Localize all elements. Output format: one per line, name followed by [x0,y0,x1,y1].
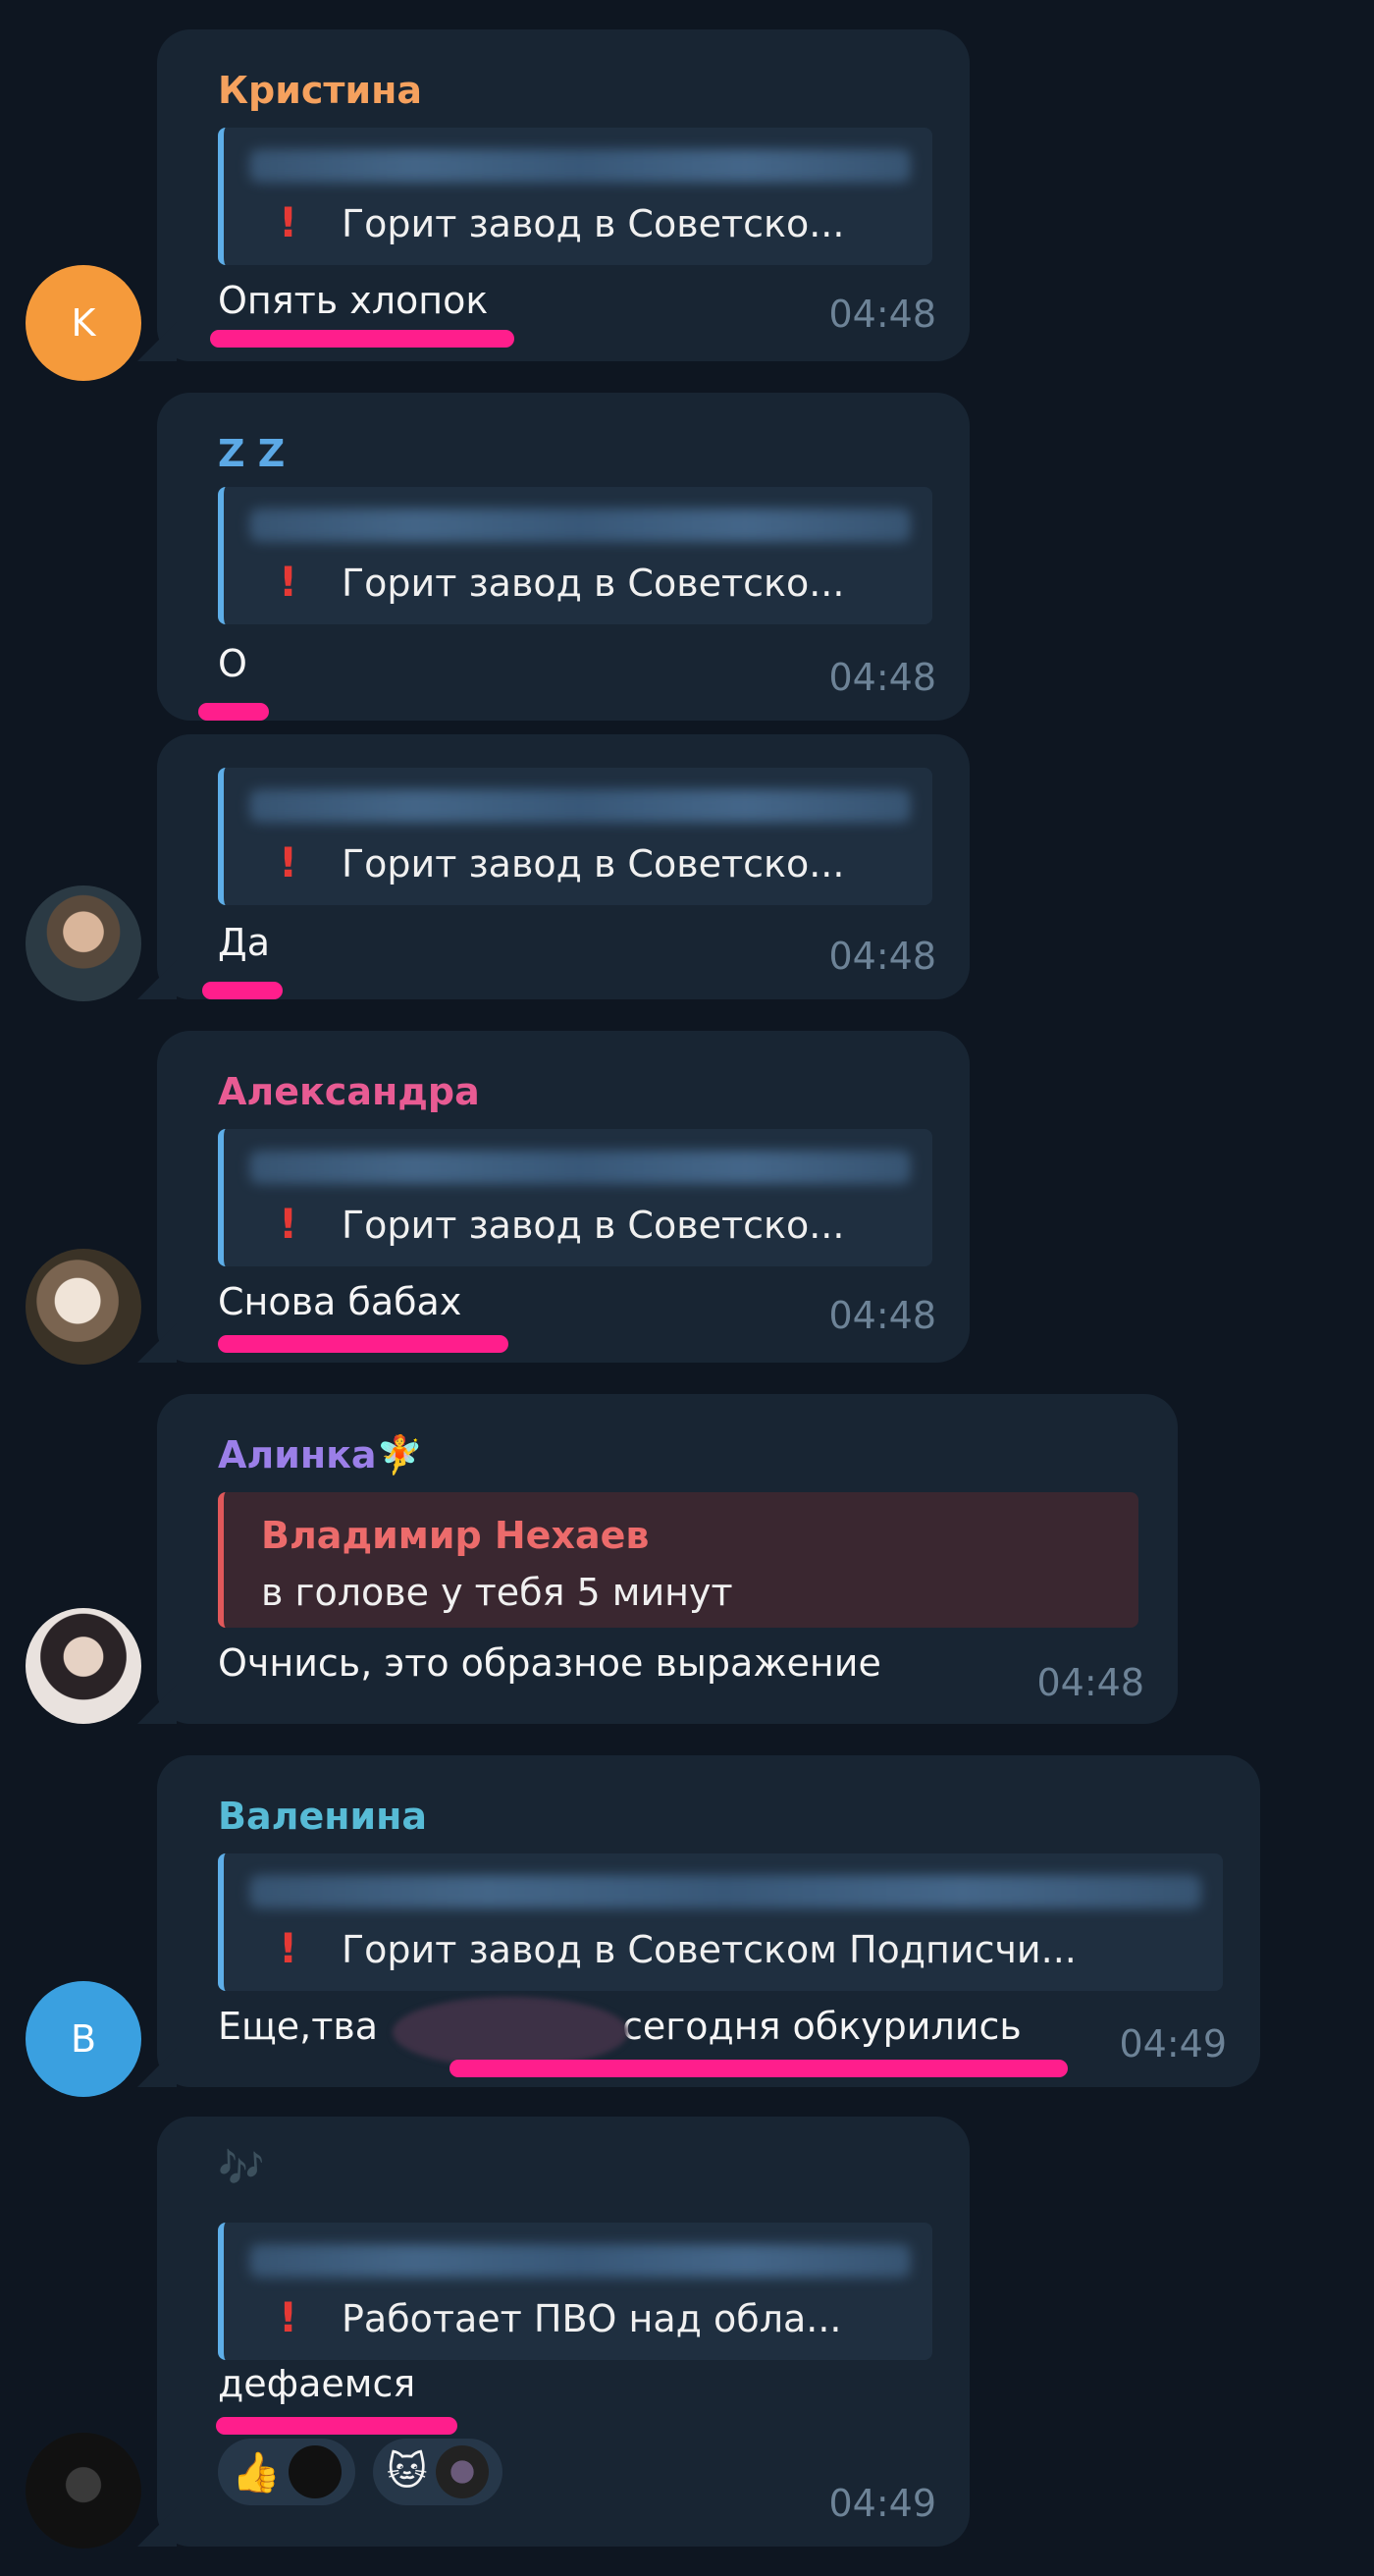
message-time: 04:49 [1119,2022,1227,2066]
sender-name[interactable]: Кристина [218,69,422,112]
reply-text: Работает ПВО над обла... [342,2297,842,2340]
reply-preview[interactable]: ! Горит завод в Советском Подписчи... [218,1853,1223,1991]
blurred-text [249,1875,1201,1908]
message-bubble[interactable]: Валенина ! Горит завод в Советском Подпи… [157,1755,1260,2087]
message-text: Опять хлопок [218,279,489,322]
blurred-text [249,509,911,542]
music-notes-icon: 🎶 [218,2146,265,2189]
quoted-author: Владимир Нехаев [261,1514,650,1557]
message-bubble[interactable]: Кристина ! Горит завод в Советско... Опя… [157,29,970,361]
message-text: Да [218,921,270,964]
message-time: 04:48 [828,656,936,699]
highlight-underline [216,2417,457,2435]
reply-text: Горит завод в Советском Подписчи... [342,1928,1077,1971]
highlight-underline [198,703,269,721]
sender-name[interactable]: Алинка🧚 [218,1433,423,1477]
blurred-text [249,789,911,823]
reply-text: Горит завод в Советско... [342,1204,845,1247]
highlight-underline [202,982,283,999]
thumbs-up-icon: 👍 [232,2449,281,2496]
avatar[interactable]: K [26,265,141,381]
reply-preview[interactable]: ! Горит завод в Советско... [218,768,932,905]
quoted-message[interactable]: Владимир Нехаев в голове у тебя 5 минут [218,1492,1138,1628]
reaction-thumbs-up[interactable]: 👍 [218,2439,355,2505]
blurred-text [249,1151,911,1184]
highlight-underline [449,2060,1068,2077]
message-bubble[interactable]: Алинка🧚 Владимир Нехаев в голове у тебя … [157,1394,1178,1724]
redaction-blob [393,1997,628,2067]
avatar[interactable] [26,886,141,1001]
quoted-text: в голове у тебя 5 минут [261,1571,733,1614]
exclamation-icon: ! [279,1924,298,1972]
highlight-underline [210,330,514,348]
exclamation-icon: ! [279,558,298,606]
fairy-emoji-icon: 🧚 [376,1433,423,1476]
avatar[interactable]: B [26,1981,141,2097]
message-text: Еще,тва [218,2005,379,2048]
exclamation-icon: ! [279,838,298,886]
avatar[interactable] [26,2433,141,2549]
exclamation-icon: ! [279,198,298,246]
reply-text: Горит завод в Советско... [342,562,845,605]
avatar[interactable] [26,1249,141,1365]
reactor-avatar [435,2445,489,2498]
message-text: О [218,642,247,685]
message-time: 04:49 [828,2482,936,2525]
reply-preview[interactable]: ! Работает ПВО над обла... [218,2223,932,2360]
sender-name[interactable]: Александра [218,1070,480,1113]
sender-name[interactable]: Валенина [218,1795,427,1838]
reply-preview[interactable]: ! Горит завод в Советско... [218,1129,932,1266]
blurred-text [249,149,911,183]
reaction-cat[interactable]: 🐱 [372,2439,502,2505]
message-text: Очнись, это образное выражение [218,1641,881,1685]
highlight-underline [218,1335,508,1353]
message-time: 04:48 [828,293,936,336]
reply-preview[interactable]: ! Горит завод в Советско... [218,128,932,265]
reply-preview[interactable]: ! Горит завод в Советско... [218,487,932,624]
exclamation-icon: ! [279,1200,298,1248]
avatar[interactable] [26,1608,141,1724]
message-time: 04:48 [1036,1661,1144,1704]
reactions-bar[interactable]: 👍 🐱 [218,2439,502,2505]
message-bubble[interactable]: ! Горит завод в Советско... Да 04:48 [157,734,970,999]
message-text-tail: сегодня обкурились [622,2005,1022,2048]
message-text: Снова бабах [218,1280,462,1323]
blurred-text [249,2244,911,2278]
message-bubble[interactable]: 🎶 ! Работает ПВО над обла... дефаемся 👍 … [157,2117,970,2547]
sender-name[interactable]: Z Z [218,432,285,475]
message-time: 04:48 [828,935,936,978]
cat-icon: 🐱 [386,2449,428,2495]
reply-text: Горит завод в Советско... [342,842,845,886]
reply-text: Горит завод в Советско... [342,202,845,245]
message-text: дефаемся [218,2362,416,2405]
reactor-avatar [288,2445,342,2498]
message-bubble[interactable]: Z Z ! Горит завод в Советско... О 04:48 [157,393,970,721]
exclamation-icon: ! [279,2293,298,2341]
message-time: 04:48 [828,1294,936,1337]
message-bubble[interactable]: Александра ! Горит завод в Советско... С… [157,1031,970,1363]
